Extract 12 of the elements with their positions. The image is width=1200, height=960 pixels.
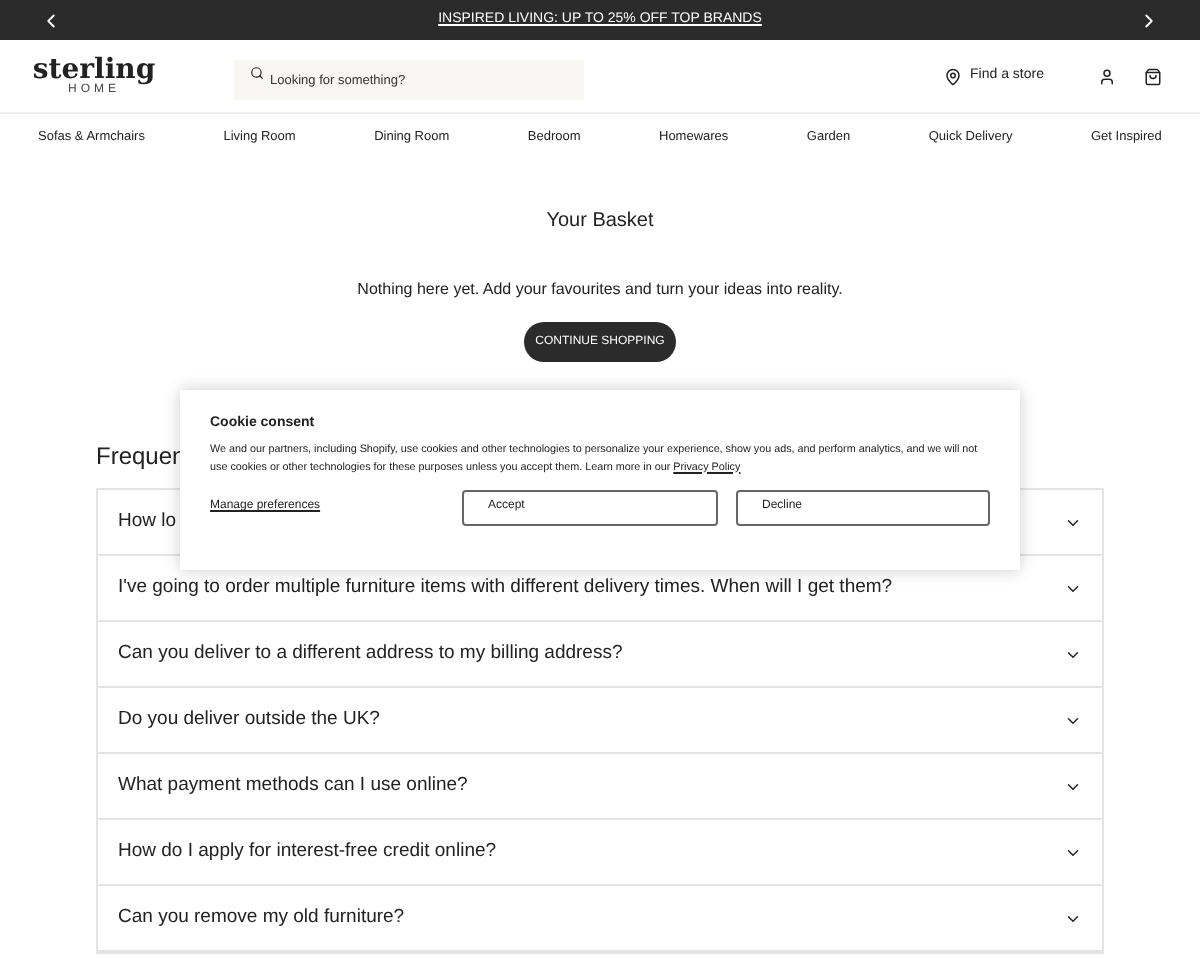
- location-pin-icon[interactable]: [944, 67, 963, 85]
- basket-icon[interactable]: [1144, 67, 1162, 85]
- account-icon[interactable]: [1098, 67, 1116, 85]
- logo[interactable]: sterling: [32, 56, 156, 84]
- faq-question[interactable]: What payment methods can I use online?: [98, 754, 1102, 820]
- faq-question[interactable]: Do you deliver outside the UK?: [98, 688, 1102, 754]
- faq-question[interactable]: Can you deliver to a different address to my billing address?: [98, 622, 1102, 688]
- faq-question[interactable]: Can you remove my old furniture?: [98, 886, 1102, 952]
- basket-title: Your Basket: [546, 208, 654, 236]
- empty-basket-message: Nothing here yet. Add your favourites and turn your ideas into reality.: [357, 278, 843, 302]
- search-icon: [250, 65, 264, 80]
- faq-question[interactable]: How do I apply for interest-free credit online?: [98, 820, 1102, 886]
